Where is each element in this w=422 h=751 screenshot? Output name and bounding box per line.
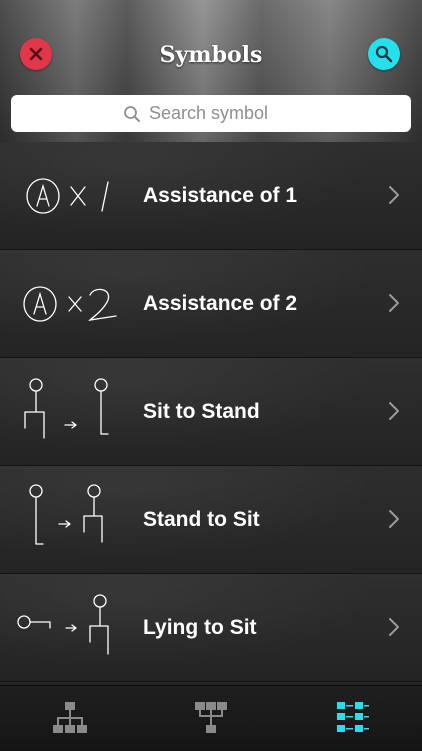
magnifier-icon bbox=[124, 105, 140, 122]
page-title: Symbols bbox=[159, 42, 263, 68]
tab-bar bbox=[0, 685, 422, 751]
search-icon bbox=[375, 45, 393, 63]
search-input[interactable] bbox=[149, 103, 299, 124]
stand-to-sit-symbol bbox=[29, 484, 103, 545]
chevron-right-icon bbox=[389, 186, 399, 204]
sit-to-stand-symbol bbox=[24, 378, 109, 439]
symbol-row-stand-to-sit[interactable]: Stand to Sit bbox=[0, 466, 422, 574]
symbol-label: Assistance of 2 bbox=[143, 292, 298, 315]
chevron-right-icon bbox=[389, 294, 399, 312]
chevron-right-icon bbox=[389, 402, 399, 420]
lying-to-sit-symbol bbox=[17, 594, 109, 655]
assistance-of-2-symbol bbox=[23, 286, 117, 322]
symbol-label: Assistance of 1 bbox=[143, 184, 298, 207]
symbol-label: Lying to Sit bbox=[143, 616, 257, 639]
branch-icon[interactable] bbox=[193, 700, 229, 736]
symbol-row-sit-to-stand[interactable]: Sit to Stand bbox=[0, 358, 422, 466]
symbol-row-assistance-of-1[interactable]: Assistance of 1 bbox=[0, 142, 422, 250]
assistance-of-1-symbol bbox=[26, 178, 109, 214]
symbols-grid-icon[interactable] bbox=[334, 700, 370, 736]
symbol-label: Sit to Stand bbox=[143, 400, 260, 423]
hierarchy-icon[interactable] bbox=[52, 700, 88, 736]
symbol-label: Stand to Sit bbox=[143, 508, 260, 531]
symbol-list: Assistance of 1 Assistance of 2 Sit to S… bbox=[0, 142, 422, 682]
search-button[interactable] bbox=[368, 38, 400, 70]
symbol-row-lying-to-sit[interactable]: Lying to Sit bbox=[0, 574, 422, 682]
search-field[interactable] bbox=[11, 95, 411, 132]
symbol-row-assistance-of-2[interactable]: Assistance of 2 bbox=[0, 250, 422, 358]
chevron-right-icon bbox=[389, 510, 399, 528]
chevron-right-icon bbox=[389, 618, 399, 636]
